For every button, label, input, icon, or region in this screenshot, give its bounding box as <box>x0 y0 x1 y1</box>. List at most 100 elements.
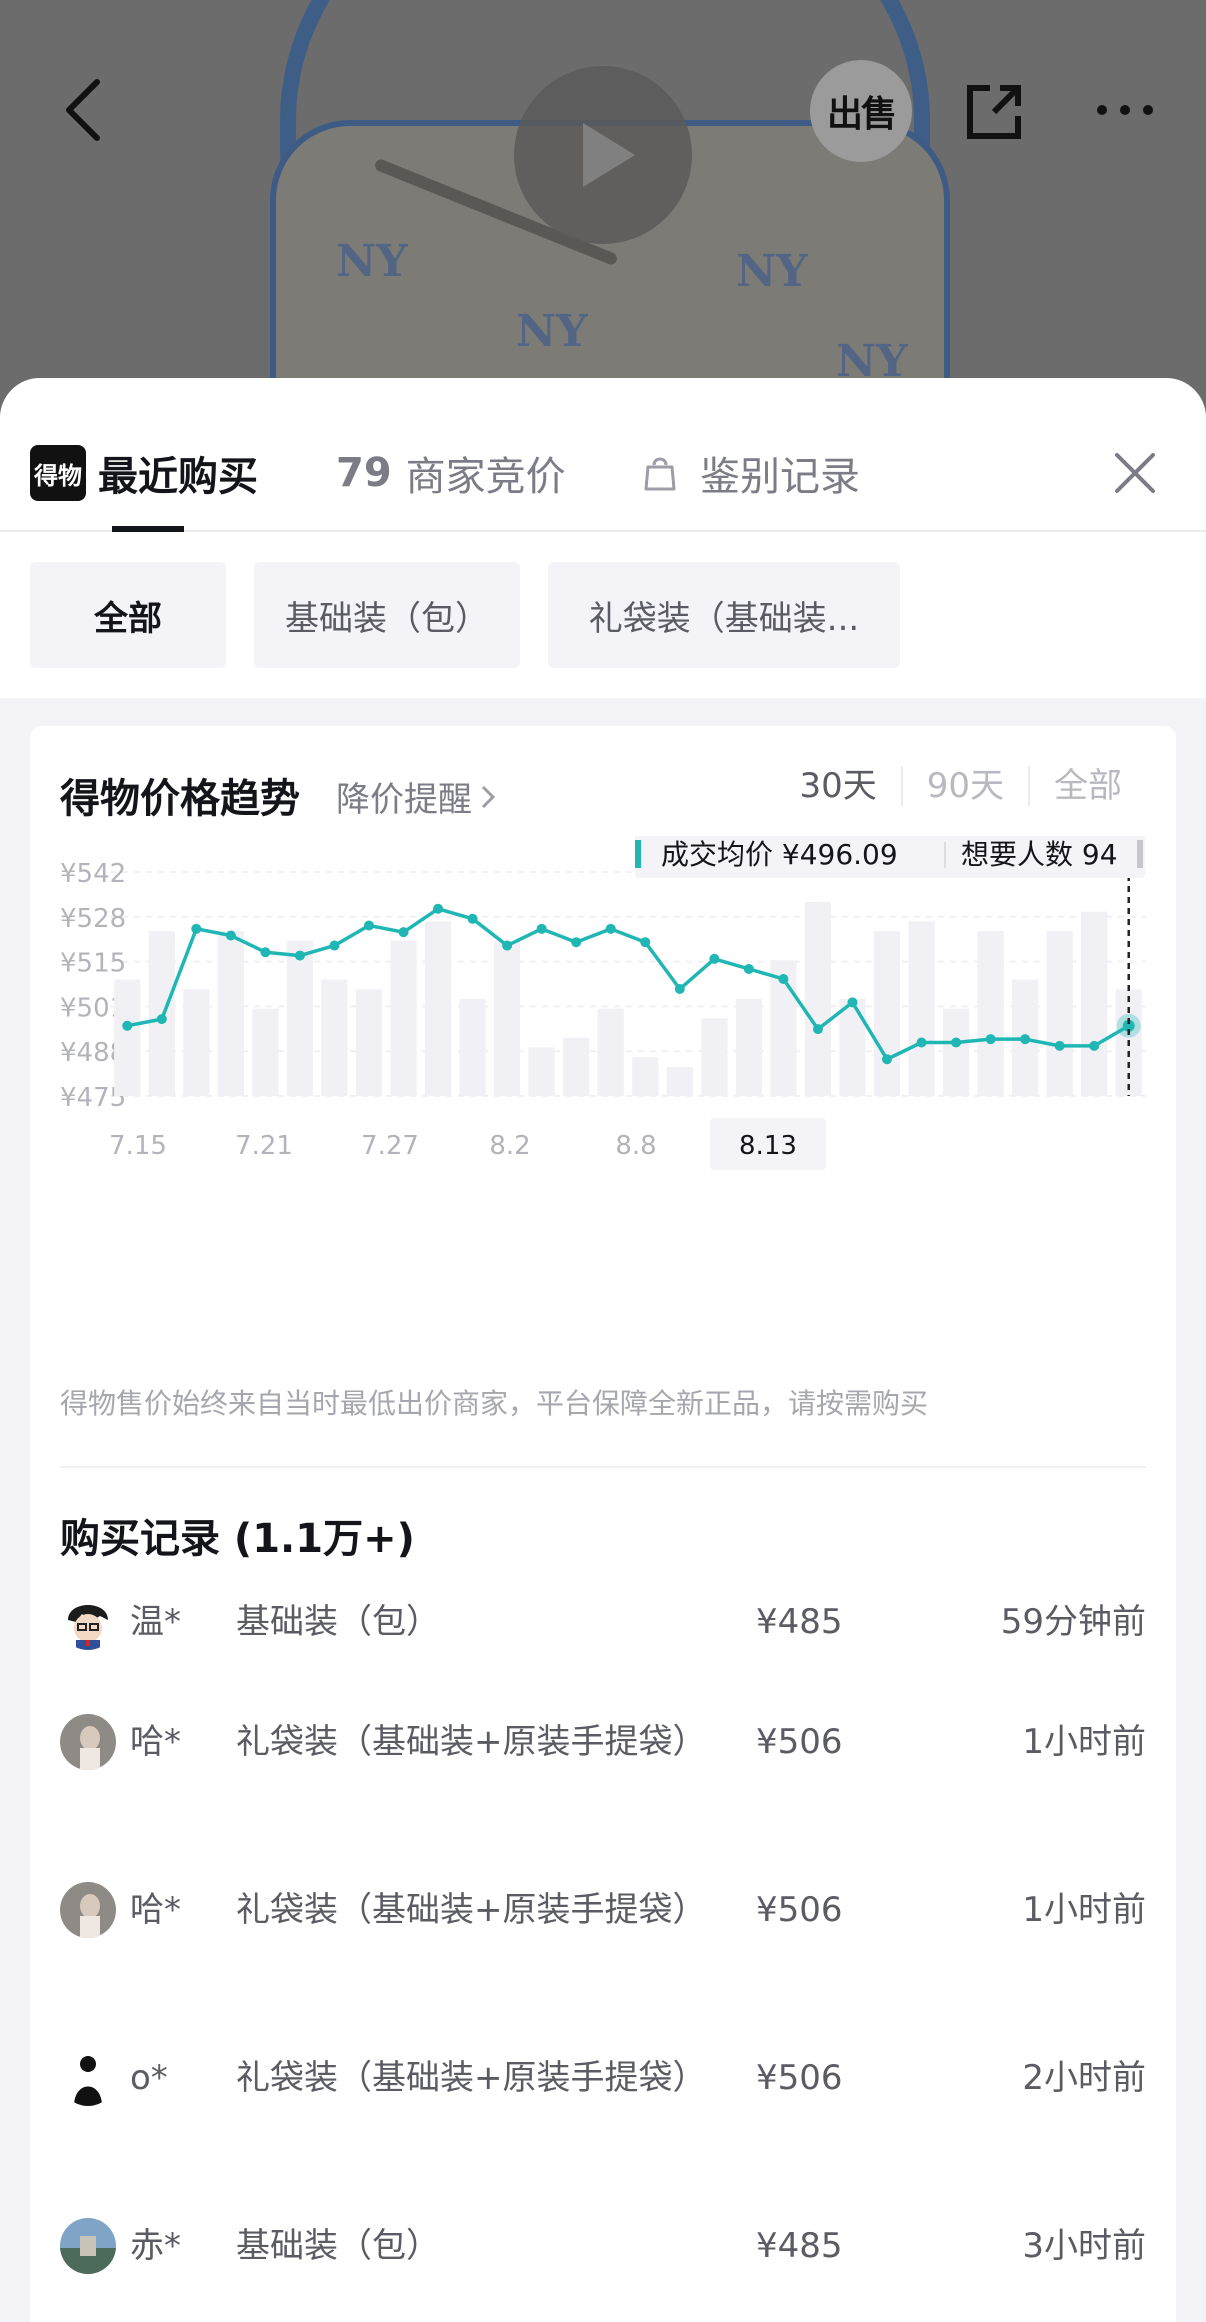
tab-count: 79 <box>336 450 392 496</box>
tab-label: 商家竞价 <box>405 454 566 500</box>
bag-icon <box>644 457 676 491</box>
play-video-button[interactable] <box>514 66 692 244</box>
tooltip-want-count: 想要人数 94 <box>961 838 1118 871</box>
purchase-record-row: o* 礼袋装（基础装+原装手提袋） ¥506 2小时前 <box>60 2038 1146 2206</box>
bar <box>804 902 832 1096</box>
bar <box>977 931 1004 1096</box>
price-drop-alert-label: 降价提醒 <box>336 780 472 820</box>
bar <box>252 1008 279 1096</box>
purchase-records-list: 温* 基础装（包） ¥485 59分钟前 哈* 礼袋装（基础装+原装手提袋） ¥… <box>60 1582 1146 2316</box>
data-point <box>951 1037 962 1048</box>
data-point <box>1020 1034 1031 1045</box>
purchase-record-row: 哈* 礼袋装（基础装+原装手提袋） ¥506 1小时前 <box>60 1870 1146 2038</box>
bar <box>563 1037 590 1096</box>
record-user: 赤* <box>130 2226 181 2266</box>
x-tick-label: 7.15 <box>109 1131 167 1161</box>
data-point <box>674 984 685 995</box>
avatar <box>60 1594 116 1650</box>
bar <box>355 989 383 1096</box>
tab-recent-purchases[interactable]: 得物 最近购买 <box>30 438 258 508</box>
bottom-sheet: 得物 最近购买 79 商家竞价 鉴别记录 全部 基础装（包） 礼袋装（基础装..… <box>0 378 1206 2322</box>
price-trend-card: 得物价格趋势 降价提醒 30天 90天 全部 ¥542 ¥528 ¥515 ¥501 ¥… <box>30 726 1176 2322</box>
bar <box>839 999 866 1096</box>
bar <box>908 921 935 1096</box>
trend-title: 得物价格趋势 <box>60 776 300 822</box>
data-point <box>985 1034 996 1045</box>
y-tick-label: ¥528 <box>60 904 126 934</box>
avatar <box>60 1714 116 1770</box>
tooltip-end-marker <box>1137 840 1143 868</box>
x-tick-label: 7.27 <box>361 1131 419 1161</box>
close-icon <box>1115 453 1155 493</box>
sell-button[interactable]: 出售 <box>810 60 912 162</box>
record-user: 哈* <box>130 1722 181 1762</box>
record-price: ¥506 <box>756 1890 843 1930</box>
record-user: 哈* <box>130 1890 181 1930</box>
avatar <box>60 1882 116 1938</box>
price-disclaimer: 得物售价始终来自当时最低出价商家，平台保障全新正品，请按需购买 <box>60 1387 929 1420</box>
data-point <box>709 953 720 964</box>
record-spec: 基础装（包） <box>236 2226 440 2266</box>
bar <box>424 921 452 1096</box>
data-point <box>467 913 478 924</box>
data-point <box>294 950 305 961</box>
record-time: 59分钟前 <box>1000 1602 1146 1642</box>
range-all[interactable]: 全部 <box>1028 766 1146 806</box>
bar <box>701 1018 728 1096</box>
y-tick-label: ¥515 <box>60 949 126 979</box>
filter-chip-all[interactable]: 全部 <box>30 562 226 668</box>
data-point <box>1054 1040 1065 1051</box>
price-drop-alert-link[interactable]: 降价提醒 <box>336 772 496 821</box>
filter-chip-gift[interactable]: 礼袋装（基础装... <box>548 562 900 668</box>
avatar <box>60 2218 116 2274</box>
record-spec: 基础装（包） <box>236 1602 440 1642</box>
data-point <box>191 923 202 934</box>
bar <box>632 1057 659 1096</box>
more-button[interactable] <box>1090 90 1160 130</box>
tab-merchant-bids[interactable]: 79 商家竞价 <box>336 438 566 508</box>
bar <box>148 931 175 1096</box>
y-tick-label: ¥542 <box>60 859 126 889</box>
data-point <box>743 963 754 974</box>
data-point <box>398 927 409 938</box>
data-point <box>156 1014 167 1025</box>
play-icon <box>583 123 635 187</box>
back-button[interactable] <box>48 70 118 150</box>
bar <box>114 979 141 1096</box>
sell-button-label: 出售 <box>826 94 897 135</box>
data-point <box>778 973 789 984</box>
data-point <box>225 930 236 941</box>
data-point <box>502 940 513 951</box>
divider <box>60 1466 1146 1468</box>
share-button[interactable] <box>956 74 1032 150</box>
data-point <box>571 937 582 948</box>
more-icon <box>1097 105 1153 115</box>
bar <box>1046 931 1073 1096</box>
data-point <box>433 903 444 914</box>
price-trend-chart[interactable]: ¥542¥528¥515¥501¥488¥475成交均价 ¥496.09 想要人数… <box>30 836 1176 1346</box>
record-price: ¥485 <box>756 2226 843 2266</box>
bar <box>873 931 901 1096</box>
tooltip-marker <box>635 840 641 868</box>
tab-label: 最近购买 <box>98 454 258 500</box>
data-point <box>605 923 616 934</box>
bar <box>494 940 521 1096</box>
bar <box>735 999 762 1096</box>
record-time: 2小时前 <box>1022 2058 1146 2098</box>
x-tick-label: 8.2 <box>489 1131 530 1161</box>
filter-chip-basic[interactable]: 基础装（包） <box>254 562 520 668</box>
tab-bar: 得物 最近购买 79 商家竞价 鉴别记录 <box>0 378 1206 532</box>
product-hero: NY NY NY NY 出售 <box>0 0 1206 420</box>
chevron-right-icon <box>481 785 496 808</box>
record-spec: 礼袋装（基础装+原装手提袋） <box>236 2058 707 2098</box>
bag-logo-pattern: NY <box>516 306 588 357</box>
range-30d[interactable]: 30天 <box>775 766 900 806</box>
close-button[interactable] <box>1100 438 1170 508</box>
tab-label: 鉴别记录 <box>700 454 860 500</box>
range-90d[interactable]: 90天 <box>900 766 1028 806</box>
bar <box>286 940 314 1096</box>
bar <box>528 1047 555 1096</box>
tab-authentication-records[interactable]: 鉴别记录 <box>642 438 860 508</box>
x-tick-label: 7.21 <box>235 1131 293 1161</box>
chevron-left-icon <box>66 79 100 141</box>
